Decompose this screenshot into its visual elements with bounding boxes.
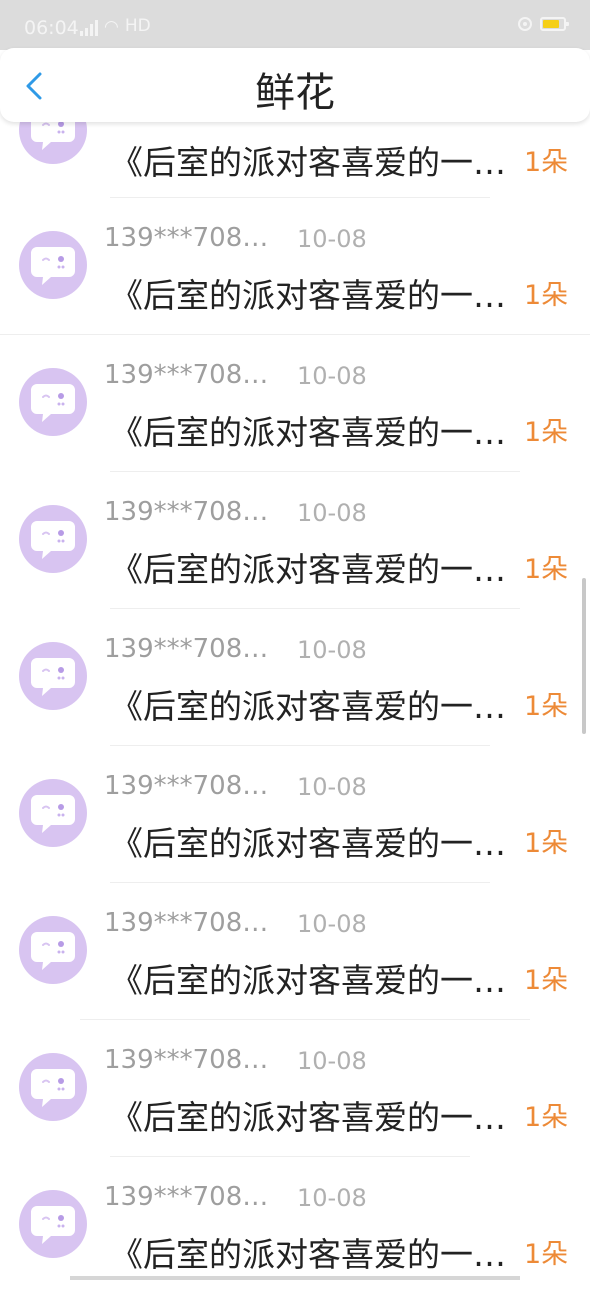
user-phone: 139***708…: [104, 223, 269, 253]
flower-count: 1朵: [524, 147, 569, 178]
bottom-divider: [70, 1276, 520, 1280]
avatar: [19, 916, 87, 984]
chat-bubble-face-icon: [31, 247, 75, 285]
user-phone: 139***708…: [104, 634, 269, 664]
flower-count: 1朵: [524, 691, 569, 722]
list-item[interactable]: 139***708… 10-08 《后室的派对客喜爱的一… 1朵: [0, 882, 590, 1020]
item-date: 10-08: [297, 910, 367, 938]
chat-bubble-face-icon: [31, 384, 75, 422]
item-title: 《后室的派对客喜爱的一…: [110, 1235, 506, 1274]
item-title: 《后室的派对客喜爱的一…: [110, 550, 506, 589]
avatar: [19, 231, 87, 299]
list-item[interactable]: 139***708… 10-08 《后室的派对客喜爱的一… 1朵: [0, 745, 590, 883]
chat-bubble-face-icon: [31, 1206, 75, 1244]
status-right: [518, 17, 569, 31]
item-title: 《后室的派对客喜爱的一…: [110, 687, 506, 726]
chat-bubble-face-icon: [31, 521, 75, 559]
chat-bubble-face-icon: [31, 795, 75, 833]
sync-icon: [518, 17, 532, 31]
avatar: [19, 1190, 87, 1258]
list-item[interactable]: 139***708… 10-08 《后室的派对客喜爱的一… 1朵: [0, 1019, 590, 1157]
list-item[interactable]: 139***708… 10-08 《后室的派对客喜爱的一… 1朵: [0, 1156, 590, 1293]
avatar: [19, 642, 87, 710]
item-date: 10-08: [297, 1184, 367, 1212]
item-date: 10-08: [297, 636, 367, 664]
item-title: 《后室的派对客喜爱的一…: [110, 276, 506, 315]
flower-record-list: 《后室的派对客喜爱的一… 1朵 139***708… 10-08 《后室的派对客…: [0, 0, 590, 1280]
flower-count: 1朵: [524, 1239, 569, 1270]
avatar: [19, 779, 87, 847]
signal-icon: [80, 18, 98, 36]
page-title: 鲜花: [255, 70, 335, 116]
avatar: [19, 505, 87, 573]
item-date: 10-08: [297, 1047, 367, 1075]
chat-bubble-face-icon: [31, 658, 75, 696]
item-date: 10-08: [297, 499, 367, 527]
status-time: 06:04: [24, 17, 79, 39]
user-phone: 139***708…: [104, 908, 269, 938]
battery-icon: [540, 17, 569, 31]
list-item[interactable]: 139***708… 10-08 《后室的派对客喜爱的一… 1朵: [0, 334, 590, 472]
flower-count: 1朵: [524, 965, 569, 996]
status-bar: 06:04 ◠ HD: [0, 0, 590, 50]
item-title: 《后室的派对客喜爱的一…: [110, 413, 506, 452]
hd-label: HD: [124, 16, 151, 36]
flower-count: 1朵: [524, 1102, 569, 1133]
list-item[interactable]: 139***708… 10-08 《后室的派对客喜爱的一… 1朵: [0, 471, 590, 609]
list-item[interactable]: 139***708… 10-08 《后室的派对客喜爱的一… 1朵: [0, 608, 590, 746]
item-title: 《后室的派对客喜爱的一…: [110, 961, 506, 1000]
user-phone: 139***708…: [104, 1045, 269, 1075]
avatar: [19, 1053, 87, 1121]
chat-bubble-face-icon: [31, 932, 75, 970]
user-phone: 139***708…: [104, 497, 269, 527]
item-title: 《后室的派对客喜爱的一…: [110, 824, 506, 863]
item-title: 《后室的派对客喜爱的一…: [110, 1098, 506, 1137]
user-phone: 139***708…: [104, 771, 269, 801]
item-date: 10-08: [297, 362, 367, 390]
flower-count: 1朵: [524, 554, 569, 585]
item-date: 10-08: [297, 225, 367, 253]
avatar: [19, 368, 87, 436]
flower-count: 1朵: [524, 828, 569, 859]
list-item[interactable]: 139***708… 10-08 《后室的派对客喜爱的一… 1朵: [0, 197, 590, 335]
scrollbar[interactable]: [582, 578, 586, 734]
item-date: 10-08: [297, 773, 367, 801]
user-phone: 139***708…: [104, 360, 269, 390]
header: 鲜花: [0, 48, 590, 122]
item-title: 《后室的派对客喜爱的一…: [110, 143, 506, 182]
flower-count: 1朵: [524, 280, 569, 311]
status-icons: ◠ HD: [80, 16, 151, 36]
user-phone: 139***708…: [104, 1182, 269, 1212]
wifi-icon: ◠: [104, 17, 119, 37]
flower-count: 1朵: [524, 417, 569, 448]
chat-bubble-face-icon: [31, 1069, 75, 1107]
